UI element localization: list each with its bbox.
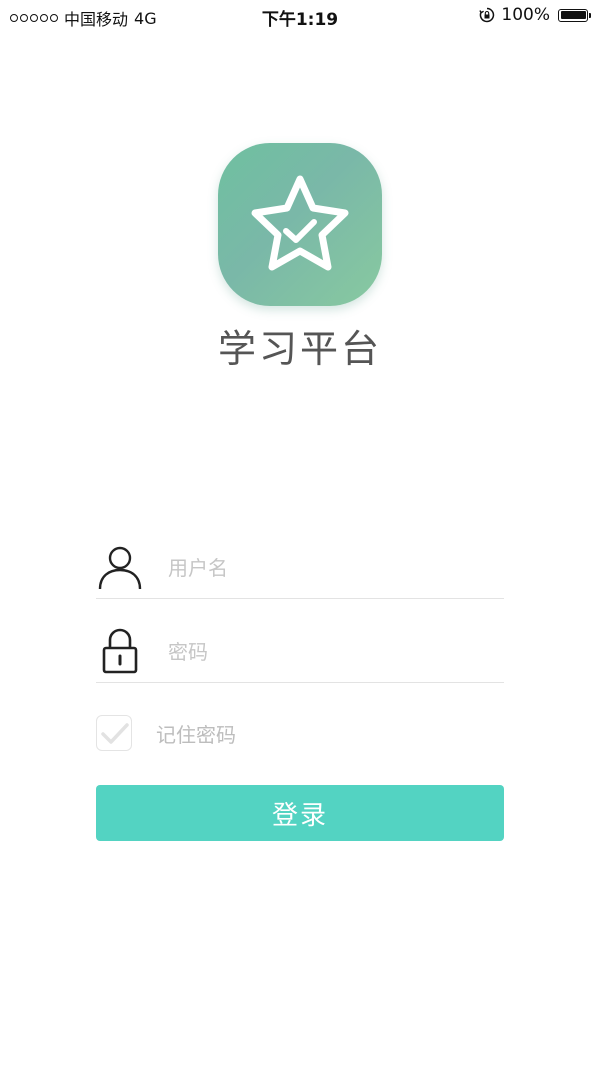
lock-icon [102,628,138,674]
login-button[interactable]: 登录 [96,785,504,841]
remember-label: 记住密码 [156,722,236,747]
check-icon [101,723,129,744]
remember-password[interactable]: 记住密码 [96,714,236,752]
status-right: 100% [479,5,591,25]
battery-percentage: 100% [501,5,550,25]
star-check-icon [251,175,349,271]
password-field [96,622,504,683]
battery-icon [558,8,591,22]
username-input[interactable] [168,550,488,586]
orientation-lock-icon [479,7,495,23]
password-input[interactable] [168,634,488,670]
app-logo [218,143,382,306]
app-name: 学习平台 [217,327,382,371]
status-bar: 中国移动 4G 下午1:19 100% [0,0,600,32]
user-icon [98,546,142,590]
remember-checkbox[interactable] [96,715,132,751]
username-field [96,538,504,599]
